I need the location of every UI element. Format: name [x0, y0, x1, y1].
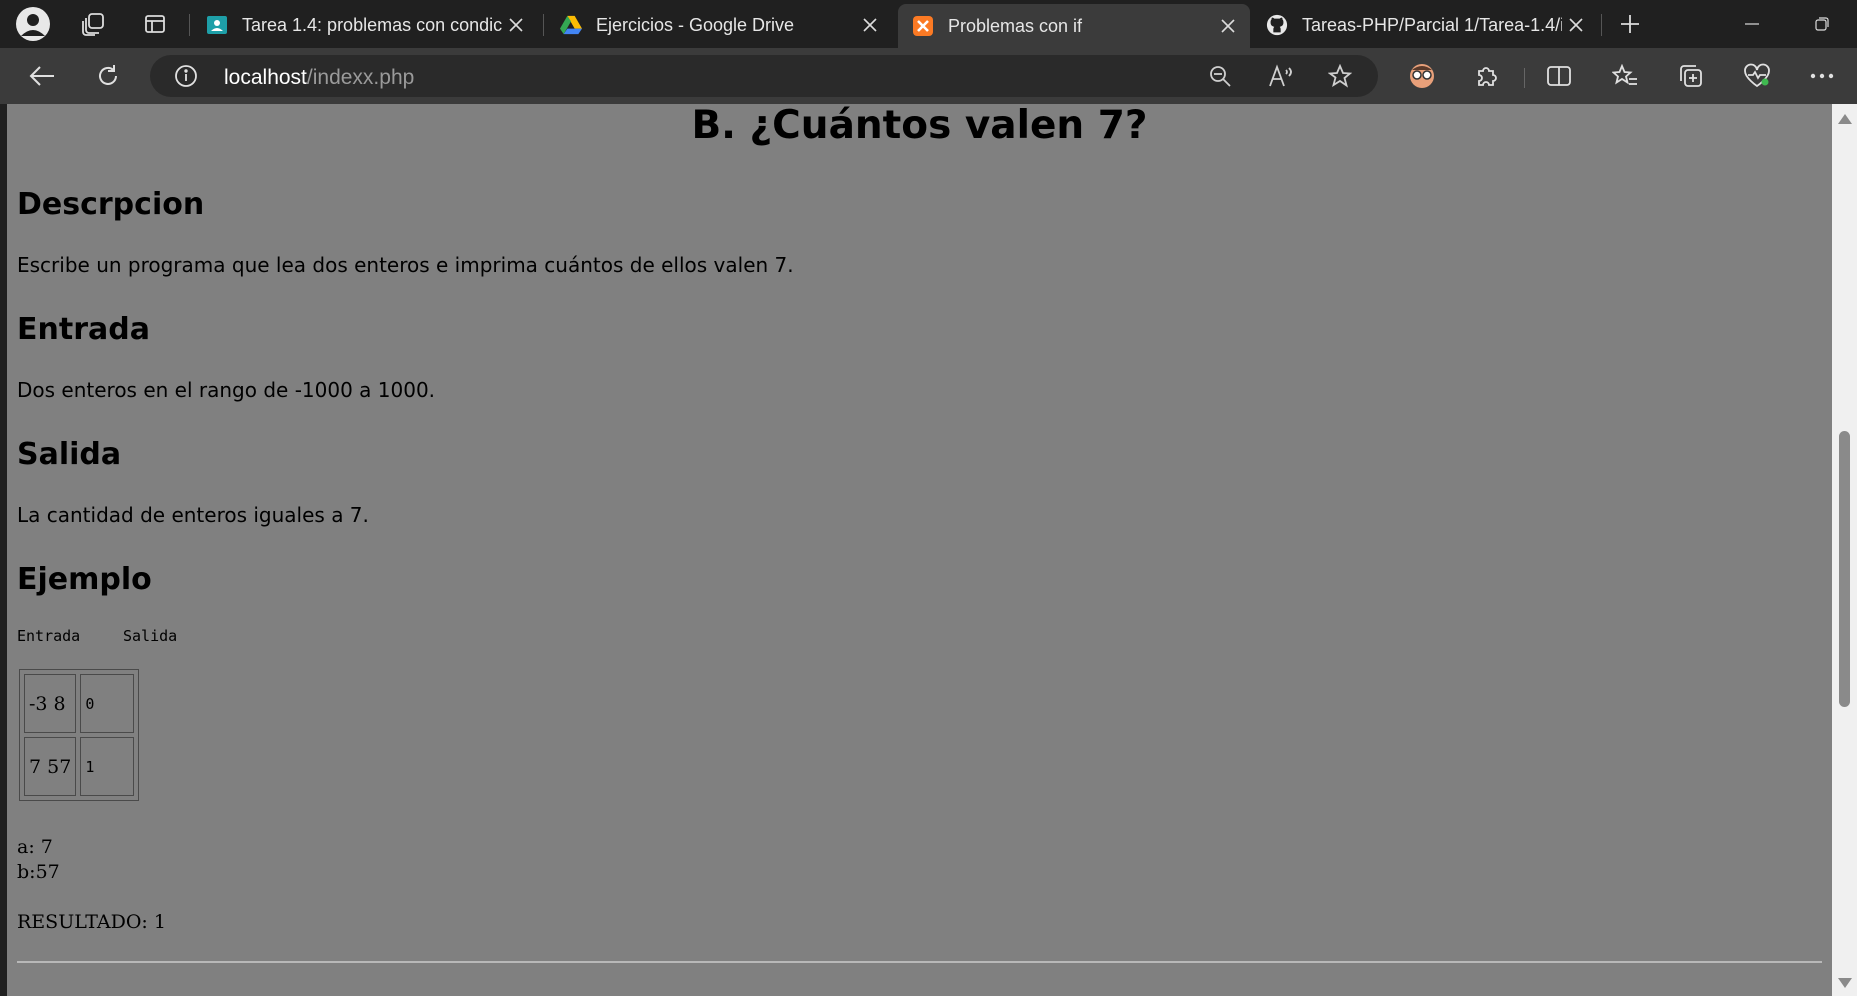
github-icon: [1266, 14, 1288, 36]
profile-avatar-icon[interactable]: [13, 4, 53, 44]
example-heading: Ejemplo: [17, 562, 152, 597]
input-heading: Entrada: [17, 312, 150, 347]
example-output-cell: 0: [80, 674, 135, 733]
tab-divider: [1601, 14, 1602, 36]
input-text: Dos enteros en el rango de -1000 a 1000.: [17, 378, 436, 402]
close-tab-icon[interactable]: [1562, 11, 1590, 39]
example-output-cell: 1: [80, 737, 135, 796]
extensions-puzzle-icon[interactable]: [1467, 56, 1507, 96]
workspaces-icon[interactable]: [73, 4, 113, 44]
minimize-icon[interactable]: [1717, 0, 1787, 48]
read-aloud-icon[interactable]: [1268, 64, 1292, 88]
description-text: Escribe un programa que lea dos enteros …: [17, 253, 794, 277]
xampp-icon: [912, 15, 934, 37]
horizontal-rule: [17, 961, 1822, 963]
example-input-cell: 7 57: [24, 737, 77, 796]
tab-strip: Tarea 1.4: problemas con condic Ejercici…: [0, 0, 1857, 48]
close-tab-icon[interactable]: [856, 11, 884, 39]
more-options-icon[interactable]: [1802, 56, 1842, 96]
back-button[interactable]: [22, 56, 62, 96]
zoom-out-icon[interactable]: [1208, 64, 1232, 88]
page-viewport: B. ¿Cuántos valen 7? Descrpcion Escribe …: [7, 104, 1832, 996]
close-tab-icon[interactable]: [502, 11, 530, 39]
scrollbar-thumb[interactable]: [1839, 431, 1850, 707]
favorites-icon[interactable]: [1605, 56, 1645, 96]
google-drive-icon: [560, 14, 582, 36]
url-path: /indexx.php: [306, 66, 415, 89]
tab-google-drive[interactable]: Ejercicios - Google Drive: [546, 6, 892, 44]
toolbar-divider: [1524, 68, 1525, 88]
tab-divider: [189, 14, 190, 36]
tab-github[interactable]: Tareas-PHP/Parcial 1/Tarea-1.4/i: [1252, 6, 1598, 44]
example-column-input: Entrada: [17, 627, 81, 645]
page-title: B. ¿Cuántos valen 7?: [691, 104, 1148, 148]
variable-b: b:57: [17, 861, 60, 883]
address-bar[interactable]: localhost/indexx.php: [150, 55, 1378, 97]
browser-essentials-icon[interactable]: [1737, 56, 1777, 96]
split-screen-icon[interactable]: [1539, 56, 1579, 96]
tab-actions-icon[interactable]: [135, 4, 175, 44]
vertical-scrollbar[interactable]: [1832, 104, 1857, 996]
classroom-icon: [206, 14, 228, 36]
browser-toolbar: localhost/indexx.php: [0, 48, 1857, 104]
result-text: RESULTADO: 1: [17, 911, 166, 933]
description-heading: Descrpcion: [17, 187, 205, 222]
tab-problemas-con-if[interactable]: Problemas con if: [898, 4, 1250, 48]
example-input-cell: -3 8: [24, 674, 77, 733]
new-tab-icon[interactable]: [1610, 4, 1650, 44]
output-heading: Salida: [17, 437, 122, 472]
extension-avatar-icon[interactable]: [1402, 56, 1442, 96]
favorite-star-icon[interactable]: [1327, 63, 1353, 88]
restore-icon[interactable]: [1787, 0, 1857, 48]
variable-a: a: 7: [17, 836, 53, 858]
refresh-button[interactable]: [88, 56, 128, 96]
tab-label: Ejercicios - Google Drive: [596, 14, 795, 35]
example-table: -3 8 0 7 57 1: [19, 669, 140, 801]
url-text[interactable]: localhost/indexx.php: [224, 66, 414, 90]
url-host: localhost: [224, 66, 307, 89]
close-tab-icon[interactable]: [1214, 12, 1242, 40]
output-text: La cantidad de enteros iguales a 7.: [17, 503, 369, 527]
window-controls: [1717, 0, 1857, 48]
site-info-icon[interactable]: [174, 64, 198, 88]
tab-divider: [543, 14, 544, 36]
scroll-down-arrow-icon[interactable]: [1838, 978, 1852, 988]
scroll-up-arrow-icon[interactable]: [1838, 114, 1852, 124]
example-column-output: Salida: [123, 627, 178, 645]
tab-label: Tarea 1.4: problemas con condic: [242, 14, 502, 35]
table-row: 7 57 1: [24, 737, 135, 796]
collections-icon[interactable]: [1671, 56, 1711, 96]
tab-classroom[interactable]: Tarea 1.4: problemas con condic: [192, 6, 538, 44]
tab-label: Tareas-PHP/Parcial 1/Tarea-1.4/i: [1302, 14, 1562, 35]
tab-label: Problemas con if: [948, 15, 1083, 36]
table-row: -3 8 0: [24, 674, 135, 733]
